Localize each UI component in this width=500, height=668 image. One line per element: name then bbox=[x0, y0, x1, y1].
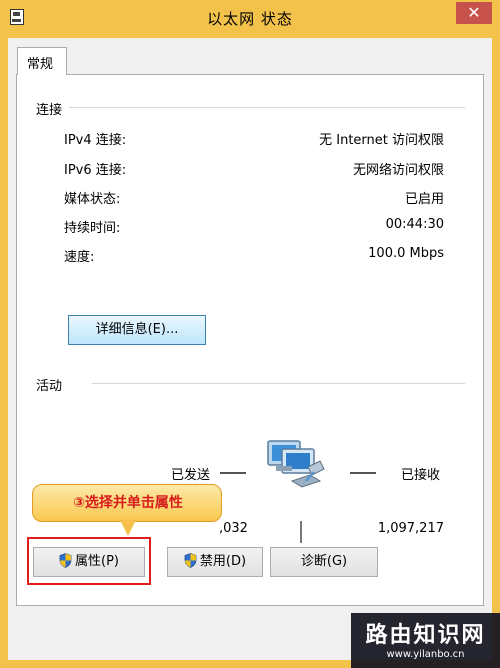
tutorial-callout: ③选择并单击属性 bbox=[32, 484, 222, 522]
sent-bytes: ,032 bbox=[219, 521, 248, 536]
sent-label: 已发送 bbox=[171, 468, 211, 483]
diagnose-button[interactable]: 诊断(G) bbox=[270, 547, 378, 577]
callout-pointer bbox=[120, 520, 136, 536]
network-computers-icon bbox=[267, 440, 325, 488]
activity-separator bbox=[300, 521, 302, 543]
site-watermark: 路由知识网 www.yilanbo.cn bbox=[351, 613, 500, 668]
ethernet-status-window: 以太网 状态 ✕ 常规 连接 IPv4 连接: 无 Internet 访问权限 … bbox=[0, 0, 500, 668]
speed-label: 速度: bbox=[64, 250, 95, 265]
activity-section-title: 活动 bbox=[36, 379, 63, 394]
connection-divider bbox=[69, 107, 465, 108]
speed-value: 100.0 Mbps bbox=[368, 246, 444, 261]
duration-value: 00:44:30 bbox=[385, 217, 444, 232]
uac-shield-icon bbox=[184, 553, 197, 568]
properties-highlight-box bbox=[27, 537, 151, 585]
window-title: 以太网 状态 bbox=[207, 10, 293, 28]
tab-general-label: 常规 bbox=[27, 57, 54, 72]
sent-dash bbox=[220, 472, 246, 474]
tab-general[interactable]: 常规 bbox=[17, 47, 67, 75]
details-button[interactable]: 详细信息(E)... bbox=[68, 315, 206, 345]
connection-section-title: 连接 bbox=[36, 103, 63, 118]
tab-panel: 连接 IPv4 连接: 无 Internet 访问权限 IPv6 连接: 无网络… bbox=[16, 74, 484, 606]
activity-divider bbox=[92, 383, 465, 384]
ipv6-value: 无网络访问权限 bbox=[352, 163, 444, 178]
received-label: 已接收 bbox=[401, 468, 441, 483]
ipv4-label: IPv4 连接: bbox=[64, 133, 127, 148]
close-button[interactable]: ✕ bbox=[456, 2, 492, 24]
media-state-label: 媒体状态: bbox=[64, 192, 121, 207]
media-state-value: 已启用 bbox=[404, 192, 444, 207]
disable-label: 禁用(D) bbox=[199, 554, 247, 569]
duration-label: 持续时间: bbox=[64, 221, 121, 236]
close-icon: ✕ bbox=[467, 3, 481, 22]
disable-button[interactable]: 禁用(D) bbox=[167, 547, 263, 577]
callout-text: ③选择并单击属性 bbox=[73, 495, 183, 511]
received-dash bbox=[350, 472, 376, 474]
ipv4-value: 无 Internet 访问权限 bbox=[319, 133, 444, 148]
watermark-url: www.yilanbo.cn bbox=[386, 649, 465, 660]
ipv6-label: IPv6 连接: bbox=[64, 163, 127, 178]
watermark-title: 路由知识网 bbox=[365, 623, 486, 648]
title-bar[interactable]: 以太网 状态 ✕ bbox=[0, 0, 500, 38]
received-bytes: 1,097,217 bbox=[377, 521, 444, 536]
